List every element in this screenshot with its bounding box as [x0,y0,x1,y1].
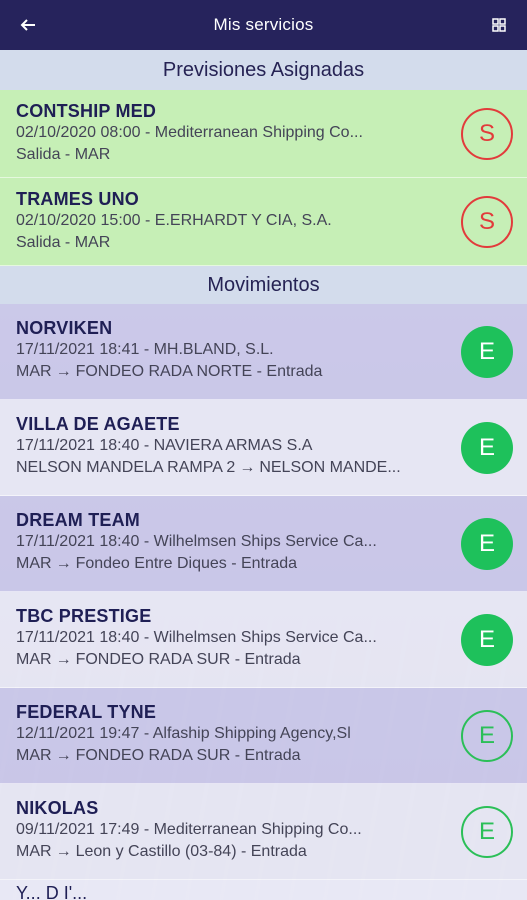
route-suffix: - Entrada [252,363,323,380]
arrow-right-icon: → [55,651,72,668]
vessel-name: DREAM TEAM [16,510,140,530]
route-to: NELSON MANDE... [259,459,401,476]
movimientos-list: NORVIKEN 17/11/2021 18:41 - MH.BLAND, S.L… [0,304,527,880]
route-suffix: - Entrada [236,843,307,860]
route-from: MAR [16,747,52,764]
route-to: Leon y Castillo (03-84) [75,843,237,860]
vessel-name: FEDERAL TYNE [16,702,157,722]
status-badge: E [461,422,513,474]
arrow-right-icon: → [55,363,72,380]
prevision-item[interactable]: CONTSHIP MED 02/10/2020 08:00 - Mediterra… [0,90,527,178]
movimiento-item[interactable]: NIKOLAS 09/11/2021 17:49 - Mediterranean … [0,784,527,880]
prevision-type: Salida - MAR [16,234,111,251]
status-badge: E [461,518,513,570]
status-badge: S [461,108,513,160]
route-to: Fondeo Entre Diques [75,555,227,572]
arrow-right-icon: → [239,459,256,476]
movimiento-route: MAR → FONDEO RADA SUR - Entrada [16,745,427,767]
vessel-name: NORVIKEN [16,318,113,338]
status-badge: E [461,806,513,858]
movimiento-details: 17/11/2021 18:41 - MH.BLAND, S.L. [16,341,274,358]
arrow-right-icon: → [55,843,72,860]
prevision-item[interactable]: TRAMES UNO 02/10/2020 15:00 - E.ERHARDT Y… [0,178,527,266]
route-suffix: - Entrada [230,651,301,668]
vessel-name: TRAMES UNO [16,189,139,209]
partial-list-item[interactable]: Y... D I'... [0,880,527,900]
movimiento-item[interactable]: NORVIKEN 17/11/2021 18:41 - MH.BLAND, S.L… [0,304,527,400]
vessel-name: NIKOLAS [16,798,99,818]
section-header-movimientos: Movimientos [0,266,527,304]
status-badge: E [461,710,513,762]
prevision-details: 02/10/2020 08:00 - Mediterranean Shippin… [16,124,363,141]
route-from: MAR [16,363,52,380]
route-from: MAR [16,555,52,572]
prevision-details: 02/10/2020 15:00 - E.ERHARDT Y CIA, S.A. [16,212,332,229]
vessel-name: CONTSHIP MED [16,101,157,121]
movimiento-details: 17/11/2021 18:40 - Wilhelmsen Ships Serv… [16,629,377,646]
status-badge: E [461,326,513,378]
previsiones-list: CONTSHIP MED 02/10/2020 08:00 - Mediterra… [0,90,527,266]
route-from: MAR [16,843,52,860]
vessel-name: VILLA DE AGAETE [16,414,180,434]
movimiento-route: MAR → FONDEO RADA SUR - Entrada [16,649,427,671]
prevision-type: Salida - MAR [16,146,111,163]
arrow-left-icon[interactable] [16,13,40,37]
route-to: FONDEO RADA NORTE [75,363,253,380]
route-suffix: - Entrada [230,747,301,764]
arrow-right-icon: → [55,747,72,764]
route-from: NELSON MANDELA RAMPA 2 [16,459,236,476]
movimiento-route: MAR → Leon y Castillo (03-84) - Entrada [16,841,427,863]
movimiento-details: 17/11/2021 18:40 - Wilhelmsen Ships Serv… [16,533,377,550]
status-badge: E [461,614,513,666]
grid-icon[interactable] [487,13,511,37]
movimiento-route: NELSON MANDELA RAMPA 2 → NELSON MANDE... [16,457,427,479]
route-to: FONDEO RADA SUR [75,747,231,764]
movimiento-details: 17/11/2021 18:40 - NAVIERA ARMAS S.A [16,437,313,454]
movimiento-route: MAR → Fondeo Entre Diques - Entrada [16,553,427,575]
movimiento-item[interactable]: VILLA DE AGAETE 17/11/2021 18:40 - NAVIER… [0,400,527,496]
arrow-right-icon: → [55,555,72,572]
vessel-name: TBC PRESTIGE [16,606,152,626]
route-to: FONDEO RADA SUR [75,651,231,668]
movimiento-item[interactable]: DREAM TEAM 17/11/2021 18:40 - Wilhelmsen … [0,496,527,592]
movimiento-item[interactable]: TBC PRESTIGE 17/11/2021 18:40 - Wilhelmse… [0,592,527,688]
page-title: Mis servicios [213,15,314,34]
movimiento-details: 09/11/2021 17:49 - Mediterranean Shippin… [16,821,362,838]
route-from: MAR [16,651,52,668]
section-header-previsiones: Previsiones Asignadas [0,50,527,90]
app-bar: Mis servicios [0,0,527,50]
movimiento-item[interactable]: FEDERAL TYNE 12/11/2021 19:47 - Alfaship … [0,688,527,784]
movimiento-details: 12/11/2021 19:47 - Alfaship Shipping Age… [16,725,351,742]
movimiento-route: MAR → FONDEO RADA NORTE - Entrada [16,361,427,383]
route-suffix: - Entrada [226,555,298,572]
status-badge: S [461,196,513,248]
